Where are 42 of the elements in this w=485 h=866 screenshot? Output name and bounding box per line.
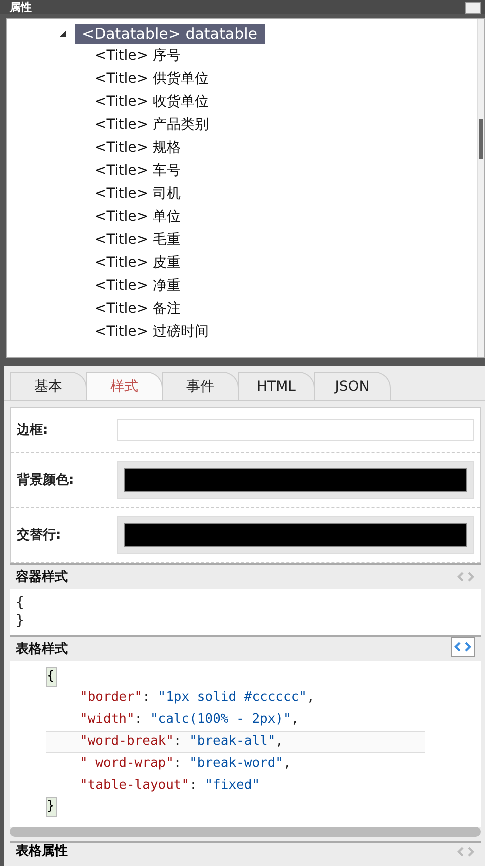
tree-item[interactable]: <Title> 备注 [95,298,477,321]
code-line: "width": "calc(100% - 2px)", [79,711,300,729]
tree-item[interactable]: <Title> 收货单位 [95,91,477,114]
tree-item[interactable]: <Title> 车号 [95,160,477,183]
code-line: { [16,595,26,611]
tree-item[interactable]: <Title> 单位 [95,206,477,229]
section-title: 表格样式 [16,641,68,658]
tree-item[interactable]: <Title> 供货单位 [95,68,477,91]
code-line: "table-layout": "fixed" [79,777,262,795]
tab[interactable]: JSON [314,372,391,400]
code-editor[interactable]: { } [10,589,481,635]
tree-item[interactable]: <Datatable> datatable [75,24,264,44]
field-label: 背景颜色: [17,472,76,489]
tree-item[interactable]: <Title> 产品类别 [95,114,477,137]
caret-icon[interactable] [59,30,67,38]
tab[interactable]: 基本 [10,372,87,400]
code-line: "border": "1px solid #cccccc", [79,689,316,707]
code-line: } [16,613,26,629]
code-editor[interactable]: { "border": "1px solid #cccccc", "width": "calc(100% - 2px)", "word-break": "break-all", " word-wrap": "break-word", "table-layout": "fixed" } [10,661,481,827]
tree-item[interactable]: <Title> 规格 [95,137,477,160]
color-field[interactable] [117,461,474,499]
code-line: " word-wrap": "break-word", [79,755,292,773]
input-field[interactable] [117,419,474,441]
tree-item[interactable]: <Title> 过磅时间 [95,321,477,344]
section-title: 表格属性 [16,844,68,860]
code-toggle-icon[interactable] [451,637,475,657]
tab[interactable]: 样式 [86,372,163,400]
code-toggle-icon[interactable] [457,846,475,858]
tree-item[interactable]: <Title> 毛重 [95,229,477,252]
tree-item[interactable]: <Title> 净重 [95,275,477,298]
panel-title: 属性 [10,2,32,14]
field-label: 交替行: [17,526,62,544]
scrollbar[interactable] [477,19,484,357]
field-label: 边框: [17,422,50,439]
tree-item[interactable]: <Title> 司机 [95,183,477,206]
tree-item[interactable]: <Title> 皮重 [95,252,477,275]
code-toggle-icon[interactable] [457,570,475,582]
color-field[interactable] [117,516,474,554]
tree-item[interactable]: <Title> 序号 [95,45,477,68]
scrollbar[interactable] [10,827,481,837]
section-title: 容器样式 [16,568,68,586]
panel-button[interactable] [465,2,481,14]
